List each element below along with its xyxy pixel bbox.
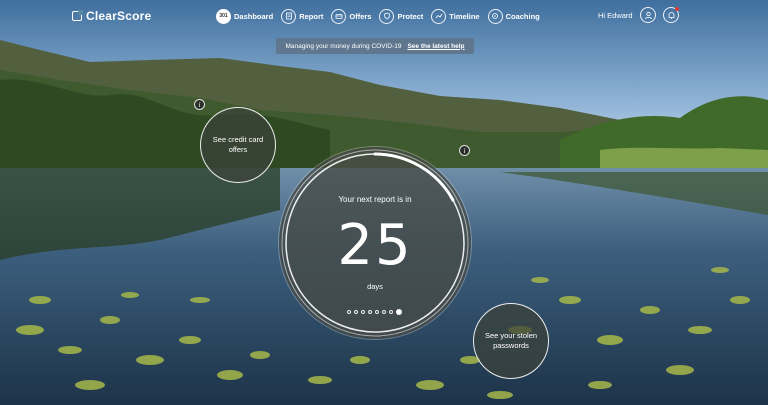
coaching-icon: [487, 8, 503, 24]
pager-dot[interactable]: [347, 310, 351, 314]
nav-item-report[interactable]: Report: [281, 8, 324, 24]
nav-item-label: Protect: [397, 11, 424, 21]
user-greeting: Hi Edward: [598, 11, 633, 20]
pager-dot[interactable]: [396, 309, 402, 315]
nav-item-label: Coaching: [505, 11, 540, 21]
score-icon: 301: [216, 8, 231, 24]
nav-item-timeline[interactable]: Timeline: [431, 8, 480, 24]
main-nav: 301 Dashboard Report Offers Protect Time…: [216, 6, 540, 26]
brand-name: ClearScore: [86, 9, 152, 23]
user-icon: [644, 11, 652, 19]
offers-icon: [331, 8, 347, 24]
info-icon[interactable]: i: [459, 145, 470, 156]
pager-dot[interactable]: [361, 310, 365, 314]
nav-item-coaching[interactable]: Coaching: [487, 8, 540, 24]
nav-item-label: Report: [299, 11, 324, 21]
nav-item-offers[interactable]: Offers: [331, 8, 372, 24]
stolen-passwords-label: See your stolen passwords: [484, 331, 538, 350]
profile-button[interactable]: [640, 7, 656, 23]
report-icon: [281, 8, 297, 24]
progress-arc: [373, 152, 455, 202]
nav-item-label: Dashboard: [234, 11, 274, 21]
notification-badge: [675, 7, 679, 11]
clearscore-logo-icon: [72, 10, 83, 21]
nav-item-label: Timeline: [449, 11, 480, 21]
pager-dot[interactable]: [368, 310, 372, 314]
protect-icon: [379, 8, 395, 24]
report-countdown-unit: days: [367, 282, 383, 291]
nav-item-protect[interactable]: Protect: [379, 8, 424, 24]
bell-icon: [668, 11, 674, 19]
banner-text: Managing your money during COVID-19: [285, 42, 402, 50]
credit-card-offers-label: See credit card offers: [212, 135, 264, 154]
covid-banner: Managing your money during COVID-19 See …: [276, 38, 474, 54]
nav-item-label: Offers: [349, 11, 372, 21]
pager-dot[interactable]: [375, 310, 379, 314]
nav-item-dashboard[interactable]: 301 Dashboard: [216, 8, 274, 24]
pager-dot[interactable]: [354, 310, 358, 314]
info-icon[interactable]: i: [194, 99, 205, 110]
top-navigation-bar: ClearScore 301 Dashboard Report Offers P…: [0, 0, 768, 34]
notifications-button[interactable]: [663, 7, 679, 23]
report-countdown-value: 25: [337, 213, 413, 278]
banner-link[interactable]: See the latest help: [407, 43, 464, 50]
pager-dot[interactable]: [382, 310, 386, 314]
credit-card-offers-bubble[interactable]: See credit card offers: [200, 107, 276, 183]
clearscore-logo[interactable]: ClearScore: [72, 8, 151, 24]
stolen-passwords-bubble[interactable]: See your stolen passwords: [473, 303, 549, 379]
timeline-icon: [431, 8, 447, 24]
pager-dot[interactable]: [389, 310, 393, 314]
report-countdown-title: Your next report is in: [338, 195, 412, 204]
dial-pager: [347, 308, 407, 316]
next-report-dial[interactable]: Your next report is in 25 days: [279, 147, 471, 339]
